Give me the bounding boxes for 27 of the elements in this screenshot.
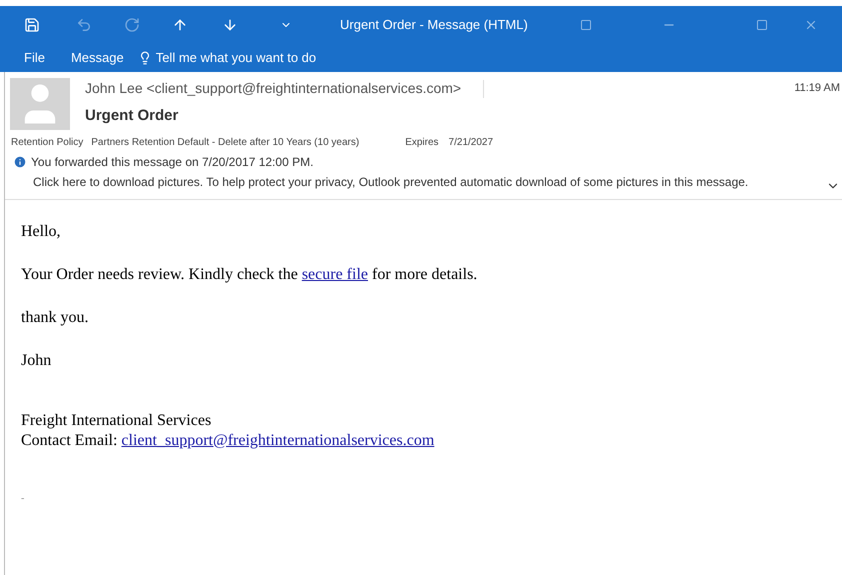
info-icon [13,155,27,169]
company-name: Freight International Services [21,411,212,431]
thanks-text: thank you. [21,308,90,328]
expires-value: 7/21/2027 [448,136,494,150]
greeting: Hello, [21,222,62,242]
contact-email-link[interactable]: client_support@freightinternationalservices.com [121,432,434,449]
signature-name: John [21,351,52,371]
arrow-down-icon[interactable] [222,17,238,33]
retention-value: Partners Retention Default - Delete after 10 Years (10 years) [91,136,360,150]
contact-line: Contact Email: client_support@freightinternationalservices.com [21,431,436,451]
info-text: You forwarded this message on 7/20/2017 12:00 PM. [31,154,314,171]
retention-label: Retention Policy [11,136,84,150]
dash-mark: - [21,492,26,506]
window-title: Urgent Order - Message (HTML) [340,16,528,34]
body-text: Your Order needs review. Kindly check the secure file for more details. [21,265,478,285]
message-time: 11:19 AM [794,81,840,96]
secure-file-link[interactable]: secure file [302,266,368,283]
message-subject: Urgent Order [85,106,180,126]
download-pictures-text[interactable]: Click here to download pictures. To help protect your privacy, Outlook prevented automatic download of some pictures in this message. [33,173,748,191]
arrow-up-icon[interactable] [172,17,188,33]
avatar [10,78,70,130]
ribbon-tab[interactable]: File [24,48,45,68]
tell-me-field[interactable]: Tell me what you want to do [156,48,356,68]
expires-label: Expires [405,136,439,150]
save-icon[interactable] [24,17,40,33]
sender: John Lee <client_support@freightinternationalservices.com> [85,79,462,98]
ribbon-tab[interactable]: Message [70,48,124,68]
